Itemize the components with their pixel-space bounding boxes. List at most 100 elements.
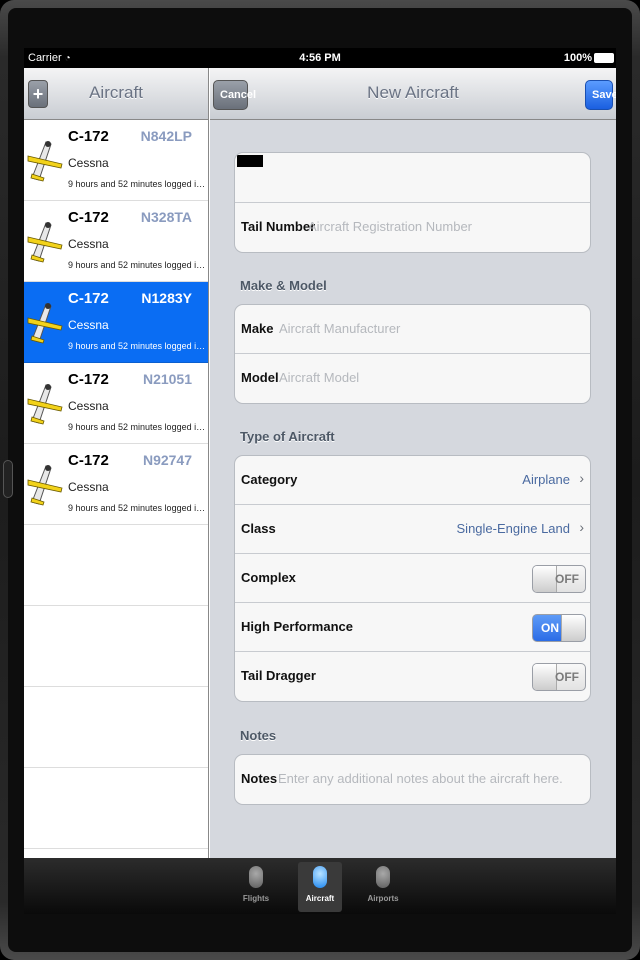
complex-toggle[interactable]: OFF [532, 565, 586, 593]
aircraft-list-pane: + Aircraft C-172 N842LP Cessna 9 hours and … [24, 68, 209, 858]
type-of-aircraft-header: Type of Aircraft [240, 429, 335, 444]
category-value: Airplane [522, 472, 570, 487]
tab-flights-label: Flights [242, 894, 270, 903]
make-input[interactable]: Aircraft Manufacturer [279, 321, 400, 336]
empty-list-row [24, 606, 208, 687]
empty-list-row [24, 687, 208, 768]
class-label: Class [241, 521, 276, 536]
toggle-knob [533, 566, 557, 592]
tab-airports-label: Airports [367, 894, 399, 903]
high-performance-toggle[interactable]: ON [532, 614, 586, 642]
empty-list-row [24, 525, 208, 606]
class-value: Single-Engine Land [456, 521, 570, 536]
aircraft-model: C-172 [68, 452, 109, 469]
toggle-knob [561, 615, 585, 641]
status-bar: Carrier ◔ 4:56 PM 100% [24, 48, 616, 68]
aircraft-make: Cessna [68, 318, 109, 332]
save-button[interactable]: Save [585, 80, 616, 110]
notes-header: Notes [240, 728, 277, 743]
tail-dragger-toggle-state: OFF [555, 670, 579, 684]
chevron-right-icon: › [579, 470, 584, 486]
aircraft-list-item[interactable]: C-172 N21051 Cessna 9 hours and 52 minutes … [24, 363, 208, 444]
make-model-header: Make & Model [240, 278, 327, 293]
aircraft-list-item[interactable]: C-172 N1283Y Cessna 9 hours and 52 minutes … [24, 282, 208, 363]
aircraft-list-item[interactable]: C-172 N328TA Cessna 9 hours and 52 minutes … [24, 201, 208, 282]
side-button [3, 460, 13, 498]
aircraft-logged-time: 9 hours and 52 minutes logged in this ai… [68, 260, 208, 270]
aircraft-model: C-172 [68, 128, 109, 145]
battery-percent: 100% [563, 52, 592, 64]
category-cell[interactable]: Category Airplane › [235, 456, 590, 505]
status-time: 4:56 PM [299, 52, 341, 64]
complex-cell: Complex OFF [235, 554, 590, 603]
model-label: Model [241, 370, 279, 385]
aircraft-make: Cessna [68, 399, 109, 413]
notes-label: Notes [241, 771, 278, 786]
aircraft-icon [313, 866, 327, 888]
notes-group: Notes Enter any additional notes about t… [234, 754, 591, 805]
new-aircraft-title: New Aircraft [367, 83, 459, 102]
complex-toggle-state: OFF [555, 572, 579, 586]
high-performance-cell: High Performance ON [235, 603, 590, 652]
aircraft-make: Cessna [68, 480, 109, 494]
aircraft-list-item[interactable]: C-172 N842LP Cessna 9 hours and 52 minutes … [24, 120, 208, 201]
tail-number-input[interactable]: Aircraft Registration Number [308, 219, 472, 234]
class-cell[interactable]: Class Single-Engine Land › [235, 505, 590, 554]
aircraft-list-item[interactable]: C-172 N92747 Cessna 9 hours and 52 minutes … [24, 444, 208, 525]
airplane-icon [26, 296, 66, 348]
chevron-right-icon: › [579, 519, 584, 535]
make-model-group: Make Aircraft Manufacturer Model Aircraf… [234, 304, 591, 404]
airports-icon [376, 866, 390, 888]
airplane-icon [26, 458, 66, 510]
airplane-icon [26, 134, 66, 186]
aircraft-tail-number: N92747 [142, 452, 192, 468]
model-input[interactable]: Aircraft Model [279, 370, 359, 385]
tail-dragger-label: Tail Dragger [241, 668, 316, 683]
high-performance-toggle-state: ON [541, 621, 559, 635]
tab-bar: Flights Aircraft Airports [24, 858, 616, 914]
new-aircraft-navbar: Cancel New Aircraft Save [210, 68, 616, 120]
aircraft-list-title: Aircraft [89, 83, 143, 102]
aircraft-model: C-172 [68, 209, 109, 226]
aircraft-make: Cessna [68, 156, 109, 170]
aircraft-photo-cell[interactable] [235, 153, 590, 203]
aircraft-tail-number: N21051 [142, 371, 192, 387]
high-performance-label: High Performance [241, 619, 353, 634]
airplane-icon [26, 215, 66, 267]
aircraft-model: C-172 [68, 290, 109, 307]
aircraft-make: Cessna [68, 237, 109, 251]
notes-input[interactable]: Enter any additional notes about the air… [278, 771, 563, 786]
aircraft-logged-time: 9 hours and 52 minutes logged in this ai… [68, 341, 208, 351]
tail-dragger-cell: Tail Dragger OFF [235, 652, 590, 701]
tail-number-label: Tail Number [241, 219, 316, 234]
aircraft-logged-time: 9 hours and 52 minutes logged in this ai… [68, 503, 208, 513]
make-label: Make [241, 321, 274, 336]
aircraft-tail-number: N328TA [140, 209, 192, 225]
tab-aircraft[interactable]: Aircraft [298, 862, 342, 912]
notes-cell[interactable]: Notes Enter any additional notes about t… [235, 755, 590, 804]
aircraft-logged-time: 9 hours and 52 minutes logged in this ai… [68, 179, 208, 189]
aircraft-list-navbar: + Aircraft [24, 68, 208, 120]
tab-airports[interactable]: Airports [361, 862, 405, 912]
make-cell[interactable]: Make Aircraft Manufacturer [235, 305, 590, 354]
aircraft-list: C-172 N842LP Cessna 9 hours and 52 minutes … [24, 120, 208, 849]
airplane-icon [26, 377, 66, 429]
battery-icon [594, 53, 614, 63]
empty-list-row [24, 768, 208, 849]
aircraft-photo-thumbnail [237, 155, 263, 167]
new-aircraft-pane: Cancel New Aircraft Save Tail Number Air… [210, 68, 616, 858]
tail-number-cell[interactable]: Tail Number Aircraft Registration Number [235, 203, 590, 252]
type-of-aircraft-group: Category Airplane › Class Single-Engine … [234, 455, 591, 702]
tab-flights[interactable]: Flights [234, 862, 278, 912]
category-label: Category [241, 472, 298, 487]
complex-label: Complex [241, 570, 296, 585]
toggle-knob [533, 664, 557, 690]
screen: Carrier ◔ 4:56 PM 100% + Aircraft C-172 N8… [24, 48, 616, 914]
tab-aircraft-label: Aircraft [305, 894, 335, 903]
model-cell[interactable]: Model Aircraft Model [235, 354, 590, 403]
tail-dragger-toggle[interactable]: OFF [532, 663, 586, 691]
aircraft-model: C-172 [68, 371, 109, 388]
tail-number-group: Tail Number Aircraft Registration Number [234, 152, 591, 253]
flights-icon [249, 866, 263, 888]
aircraft-tail-number: N842LP [140, 128, 192, 144]
